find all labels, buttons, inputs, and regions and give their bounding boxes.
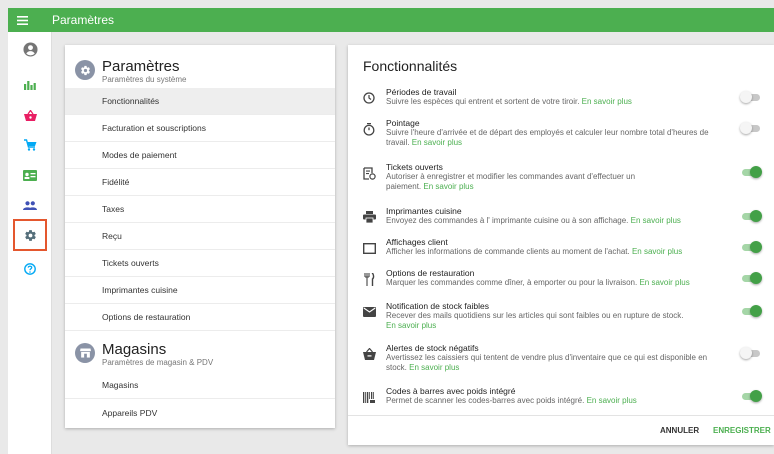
feature-toggle[interactable] xyxy=(740,305,762,317)
learn-more-link[interactable]: En savoir plus xyxy=(582,97,632,106)
learn-more-link[interactable]: En savoir plus xyxy=(412,138,462,147)
learn-more-link[interactable]: En savoir plus xyxy=(409,363,459,372)
feature-toggle[interactable] xyxy=(740,241,762,253)
store-section-icon xyxy=(75,343,95,363)
feature-name: Alertes de stock négatifs xyxy=(386,343,479,353)
account-icon xyxy=(22,41,38,57)
settings-section-header: Paramètres Paramètres du système xyxy=(65,50,335,90)
stopwatch-icon xyxy=(362,122,376,136)
feature-name: Codes à barres avec poids intégré xyxy=(386,386,516,396)
menu-item-magasins[interactable]: Magasins xyxy=(65,372,335,399)
feature-description: Recever des mails quotidiens sur les art… xyxy=(386,311,684,330)
feature-description: Suivre l'heure d'arrivée et de départ de… xyxy=(386,128,709,147)
feature-description: Envoyez des commandes à l' imprimante cu… xyxy=(386,216,681,225)
features-title: Fonctionnalités xyxy=(363,58,458,74)
learn-more-link[interactable]: En savoir plus xyxy=(386,321,436,330)
feature-description: Autoriser à enregistrer et modifier les … xyxy=(386,172,636,191)
rail-customers[interactable] xyxy=(8,192,52,218)
reports-icon xyxy=(24,81,36,90)
rail-reports[interactable] xyxy=(8,72,52,98)
menu-item-appareils-pdv[interactable]: Appareils PDV xyxy=(65,399,335,426)
rail-items[interactable] xyxy=(8,102,52,128)
feature-description: Suivre les espèces qui entrent et sorten… xyxy=(386,97,632,106)
items-basket-icon xyxy=(23,109,37,121)
nav-rail xyxy=(8,32,52,454)
learn-more-link[interactable]: En savoir plus xyxy=(587,396,637,405)
menu-item-facturation[interactable]: Facturation et souscriptions xyxy=(65,115,335,142)
feature-description: Avertissez les caissiers qui tentent de … xyxy=(386,353,708,372)
fork-knife-icon xyxy=(362,272,376,286)
features-card: Fonctionnalités Périodes de travail Suiv… xyxy=(348,45,774,445)
settings-menu-card: Paramètres Paramètres du système Fonctio… xyxy=(65,45,335,428)
employees-card-icon xyxy=(23,169,37,181)
menu-item-taxes[interactable]: Taxes xyxy=(65,196,335,223)
hamburger-icon[interactable] xyxy=(8,8,36,32)
footer-divider xyxy=(348,415,774,416)
menu-item-modes-paiement[interactable]: Modes de paiement xyxy=(65,142,335,169)
feature-toggle[interactable] xyxy=(740,210,762,222)
learn-more-link[interactable]: En savoir plus xyxy=(423,182,473,191)
stores-section-subtitle: Paramètres de magasin & PDV xyxy=(102,358,214,367)
menu-item-tickets-ouverts[interactable]: Tickets ouverts xyxy=(65,250,335,277)
learn-more-link[interactable]: En savoir plus xyxy=(632,247,682,256)
cancel-button[interactable]: ANNULER xyxy=(660,426,699,435)
feature-name: Imprimantes cuisine xyxy=(386,206,462,216)
learn-more-link[interactable]: En savoir plus xyxy=(631,216,681,225)
menu-item-recu[interactable]: Reçu xyxy=(65,223,335,250)
settings-section-icon xyxy=(75,60,95,80)
help-icon xyxy=(24,263,36,275)
settings-section-subtitle: Paramètres du système xyxy=(102,75,187,84)
rail-employees[interactable] xyxy=(8,162,52,188)
feature-description: Marquer les commandes comme dîner, à emp… xyxy=(386,278,690,287)
learn-more-link[interactable]: En savoir plus xyxy=(639,278,689,287)
printer-icon xyxy=(362,210,376,224)
feature-name: Pointage xyxy=(386,118,420,128)
feature-description: Afficher les informations de commande cl… xyxy=(386,247,683,256)
feature-name: Affichages client xyxy=(386,237,448,247)
rail-account[interactable] xyxy=(8,36,52,62)
feature-name: Notification de stock faibles xyxy=(386,301,489,311)
settings-section-title: Paramètres xyxy=(102,58,180,75)
feature-description: Permet de scanner les codes-barres avec … xyxy=(386,396,637,405)
barcode-icon xyxy=(362,390,376,404)
stores-section-header: Magasins Paramètres de magasin & PDV xyxy=(65,333,335,373)
feature-toggle[interactable] xyxy=(740,347,762,359)
sales-cart-icon xyxy=(23,139,36,151)
menu-item-fidelite[interactable]: Fidélité xyxy=(65,169,335,196)
negative-stock-icon xyxy=(362,347,376,361)
clock-icon xyxy=(362,91,376,105)
feature-name: Tickets ouverts xyxy=(386,162,443,172)
feature-toggle[interactable] xyxy=(740,122,762,134)
page-title: Paramètres xyxy=(52,13,115,27)
menu-item-options-restauration[interactable]: Options de restauration xyxy=(65,304,335,331)
rail-sales[interactable] xyxy=(8,132,52,158)
save-button[interactable]: ENREGISTRER xyxy=(713,426,771,435)
customers-icon xyxy=(23,200,37,210)
menu-item-fonctionnalites[interactable]: Fonctionnalités xyxy=(65,88,335,115)
feature-name: Options de restauration xyxy=(386,268,475,278)
feature-name: Périodes de travail xyxy=(386,87,457,97)
feature-toggle[interactable] xyxy=(740,166,762,178)
open-tickets-icon xyxy=(362,166,376,180)
app-topbar: Paramètres xyxy=(8,8,774,32)
monitor-icon xyxy=(362,241,376,255)
stores-section-title: Magasins xyxy=(102,341,167,358)
envelope-icon xyxy=(362,305,376,319)
feature-toggle[interactable] xyxy=(740,272,762,284)
settings-gear-icon xyxy=(24,229,36,241)
menu-item-imprimantes-cuisine[interactable]: Imprimantes cuisine xyxy=(65,277,335,304)
rail-help[interactable] xyxy=(8,256,52,282)
feature-toggle[interactable] xyxy=(740,390,762,402)
rail-settings[interactable] xyxy=(13,219,47,251)
feature-toggle[interactable] xyxy=(740,91,762,103)
